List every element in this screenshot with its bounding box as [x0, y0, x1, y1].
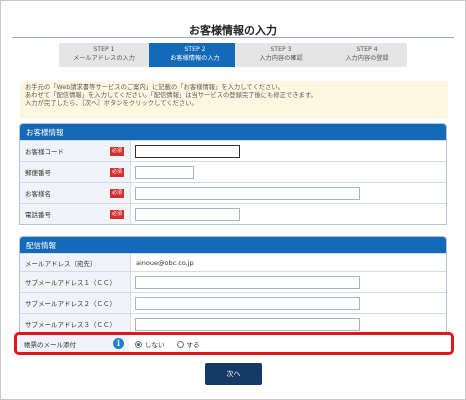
row-divider [130, 272, 131, 292]
sub-email-3-input[interactable] [135, 318, 360, 331]
step-3-number: STEP 3 [270, 46, 292, 53]
required-badge: 必須 [110, 189, 124, 198]
row-divider [130, 183, 131, 203]
step-4-label: 入力内容の登録 [345, 54, 389, 62]
sub-email-1-input[interactable] [135, 276, 360, 289]
phone-number-input[interactable] [135, 208, 240, 221]
title-divider [12, 37, 454, 38]
sub-email-3-row: サブメールアドレス３（ＣＣ） [20, 313, 446, 334]
row-divider [130, 314, 131, 334]
email-label: メールアドレス（宛先） [20, 254, 130, 271]
email-row: メールアドレス（宛先） ainoue@obc.co.jp [20, 253, 446, 271]
sub-email-2-row: サブメールアドレス２（ＣＣ） [20, 292, 446, 313]
customer-info-heading: お客様情報 [20, 124, 446, 140]
step-4: STEP 4 入力内容の登録 [321, 43, 407, 67]
page-title: お客様情報の入力 [189, 24, 277, 37]
customer-name-row: お客様名 必須 [20, 182, 446, 203]
sub-email-2-input[interactable] [135, 297, 360, 310]
sub-email-3-label: サブメールアドレス３（ＣＣ） [20, 314, 130, 334]
instructions-box: お手元の「Web請求書等サービスのご案内」に記載の「お客様情報」を入力してくださ… [20, 81, 448, 118]
customer-code-input[interactable] [135, 145, 240, 158]
email-value: ainoue@obc.co.jp [136, 258, 194, 267]
step-3-label: 入力内容の確認 [259, 54, 303, 62]
step-2: STEP 2 お客様情報の入力 [149, 43, 235, 67]
row-divider [130, 204, 131, 224]
postal-code-input[interactable] [135, 166, 194, 179]
row-divider [130, 254, 131, 271]
postal-code-row: 郵便番号 必須 [20, 161, 446, 182]
sub-email-1-label: サブメールアドレス１（ＣＣ） [20, 272, 130, 292]
highlight-box [14, 332, 454, 355]
required-badge: 必須 [110, 168, 124, 177]
customer-name-input[interactable] [135, 187, 360, 200]
step-1-number: STEP 1 [93, 46, 115, 53]
next-button[interactable]: 次へ [205, 363, 262, 385]
sub-email-2-label: サブメールアドレス２（ＣＣ） [20, 293, 130, 313]
step-2-number: STEP 2 [184, 46, 206, 53]
required-badge: 必須 [110, 147, 124, 156]
delivery-info-section: 配信情報 メールアドレス（宛先） ainoue@obc.co.jp サブメールア… [19, 236, 447, 335]
step-indicator: STEP 1 メールアドレスの入力 STEP 2 お客様情報の入力 STEP 3… [59, 43, 407, 67]
delivery-info-heading: 配信情報 [20, 237, 446, 253]
sub-email-1-row: サブメールアドレス１（ＣＣ） [20, 271, 446, 292]
step-4-number: STEP 4 [356, 46, 378, 53]
step-2-label: お客様情報の入力 [170, 54, 220, 62]
customer-info-section: お客様情報 お客様コード 必須 郵便番号 必須 お客様名 必須 電話番号 必須 [19, 123, 447, 225]
row-divider [130, 141, 131, 161]
required-badge: 必須 [110, 210, 124, 219]
step-3: STEP 3 入力内容の確認 [235, 43, 321, 67]
step-1: STEP 1 メールアドレスの入力 [59, 43, 149, 67]
row-divider [130, 293, 131, 313]
row-divider [130, 162, 131, 182]
instruction-line: 入力が完了したら、［次へ］ボタンをクリックしてください。 [25, 100, 198, 108]
instruction-line: お手元の「Web請求書等サービスのご案内」に記載の「お客様情報」を入力してくださ… [25, 84, 284, 91]
customer-code-row: お客様コード 必須 [20, 140, 446, 161]
step-1-label: メールアドレスの入力 [73, 54, 135, 62]
phone-number-row: 電話番号 必須 [20, 203, 446, 224]
